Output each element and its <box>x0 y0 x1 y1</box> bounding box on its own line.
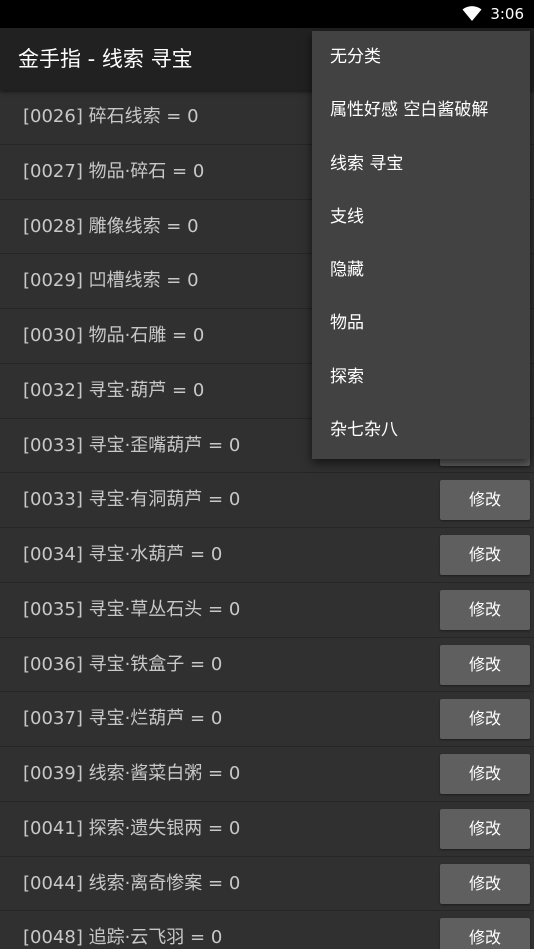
app-title: 金手指 - 线索 寻宝 <box>18 47 193 71</box>
menu-item-items[interactable]: 物品 <box>312 297 530 350</box>
item-label: [0048] 追踪·云飞羽 = 0 <box>23 927 223 949</box>
list-item: [0033] 寻宝·有洞葫芦 = 0 修改 <box>0 473 534 528</box>
list-item: [0036] 寻宝·铁盒子 = 0 修改 <box>0 638 534 693</box>
edit-button[interactable]: 修改 <box>440 644 530 685</box>
item-label: [0030] 物品·石雕 = 0 <box>23 325 205 346</box>
menu-item-misc[interactable]: 杂七杂八 <box>312 404 530 457</box>
item-label: [0033] 寻宝·有洞葫芦 = 0 <box>23 489 241 511</box>
category-dropdown-menu: 无分类 属性好感 空白酱破解 线索 寻宝 支线 隐藏 物品 探索 杂七杂八 <box>312 31 530 459</box>
menu-item-clues-treasure[interactable]: 线索 寻宝 <box>312 138 530 191</box>
item-label: [0029] 凹槽线索 = 0 <box>23 270 199 292</box>
edit-button[interactable]: 修改 <box>440 754 530 794</box>
menu-item-explore[interactable]: 探索 <box>312 351 530 404</box>
wifi-icon <box>462 6 482 21</box>
list-item: [0039] 线索·酱菜白粥 = 0 修改 <box>0 747 534 802</box>
status-bar: 3:06 <box>0 0 534 28</box>
edit-button[interactable]: 修改 <box>440 480 530 521</box>
item-label: [0026] 碎石线索 = 0 <box>23 106 199 127</box>
item-label: [0033] 寻宝·歪嘴葫芦 = 0 <box>23 434 241 456</box>
menu-item-attributes[interactable]: 属性好感 空白酱破解 <box>312 84 530 137</box>
menu-item-side-quests[interactable]: 支线 <box>312 191 530 244</box>
menu-item-hidden[interactable]: 隐藏 <box>312 244 530 297</box>
screen: 3:06 金手指 - 线索 寻宝 [0026] 碎石线索 = 0 修改 [002… <box>0 0 534 949</box>
status-icons: 3:06 <box>462 0 524 28</box>
item-label: [0035] 寻宝·草丛石头 = 0 <box>23 598 241 620</box>
list-item: [0044] 线索·离奇惨案 = 0 修改 <box>0 857 534 912</box>
item-label: [0034] 寻宝·水葫芦 = 0 <box>23 544 223 565</box>
item-label: [0027] 物品·碎石 = 0 <box>23 160 205 182</box>
edit-button[interactable]: 修改 <box>440 535 530 575</box>
list-item: [0048] 追踪·云飞羽 = 0 修改 <box>0 911 534 949</box>
item-label: [0044] 线索·离奇惨案 = 0 <box>23 872 241 894</box>
menu-item-uncategorized[interactable]: 无分类 <box>312 31 530 84</box>
edit-button[interactable]: 修改 <box>440 589 530 630</box>
item-label: [0037] 寻宝·烂葫芦 = 0 <box>23 708 223 730</box>
edit-button[interactable]: 修改 <box>440 918 530 949</box>
edit-button[interactable]: 修改 <box>440 699 530 740</box>
list-item: [0041] 探索·遗失银两 = 0 修改 <box>0 802 534 857</box>
item-label: [0028] 雕像线索 = 0 <box>23 215 199 237</box>
list-item: [0035] 寻宝·草丛石头 = 0 修改 <box>0 583 534 638</box>
edit-button[interactable]: 修改 <box>440 808 530 849</box>
item-label: [0032] 寻宝·葫芦 = 0 <box>23 379 205 401</box>
status-time: 3:06 <box>490 5 524 23</box>
list-item: [0037] 寻宝·烂葫芦 = 0 修改 <box>0 692 534 747</box>
edit-button[interactable]: 修改 <box>440 863 530 904</box>
item-label: [0039] 线索·酱菜白粥 = 0 <box>23 763 241 784</box>
list-item: [0034] 寻宝·水葫芦 = 0 修改 <box>0 528 534 583</box>
item-label: [0041] 探索·遗失银两 = 0 <box>23 817 241 839</box>
item-label: [0036] 寻宝·铁盒子 = 0 <box>23 653 223 675</box>
